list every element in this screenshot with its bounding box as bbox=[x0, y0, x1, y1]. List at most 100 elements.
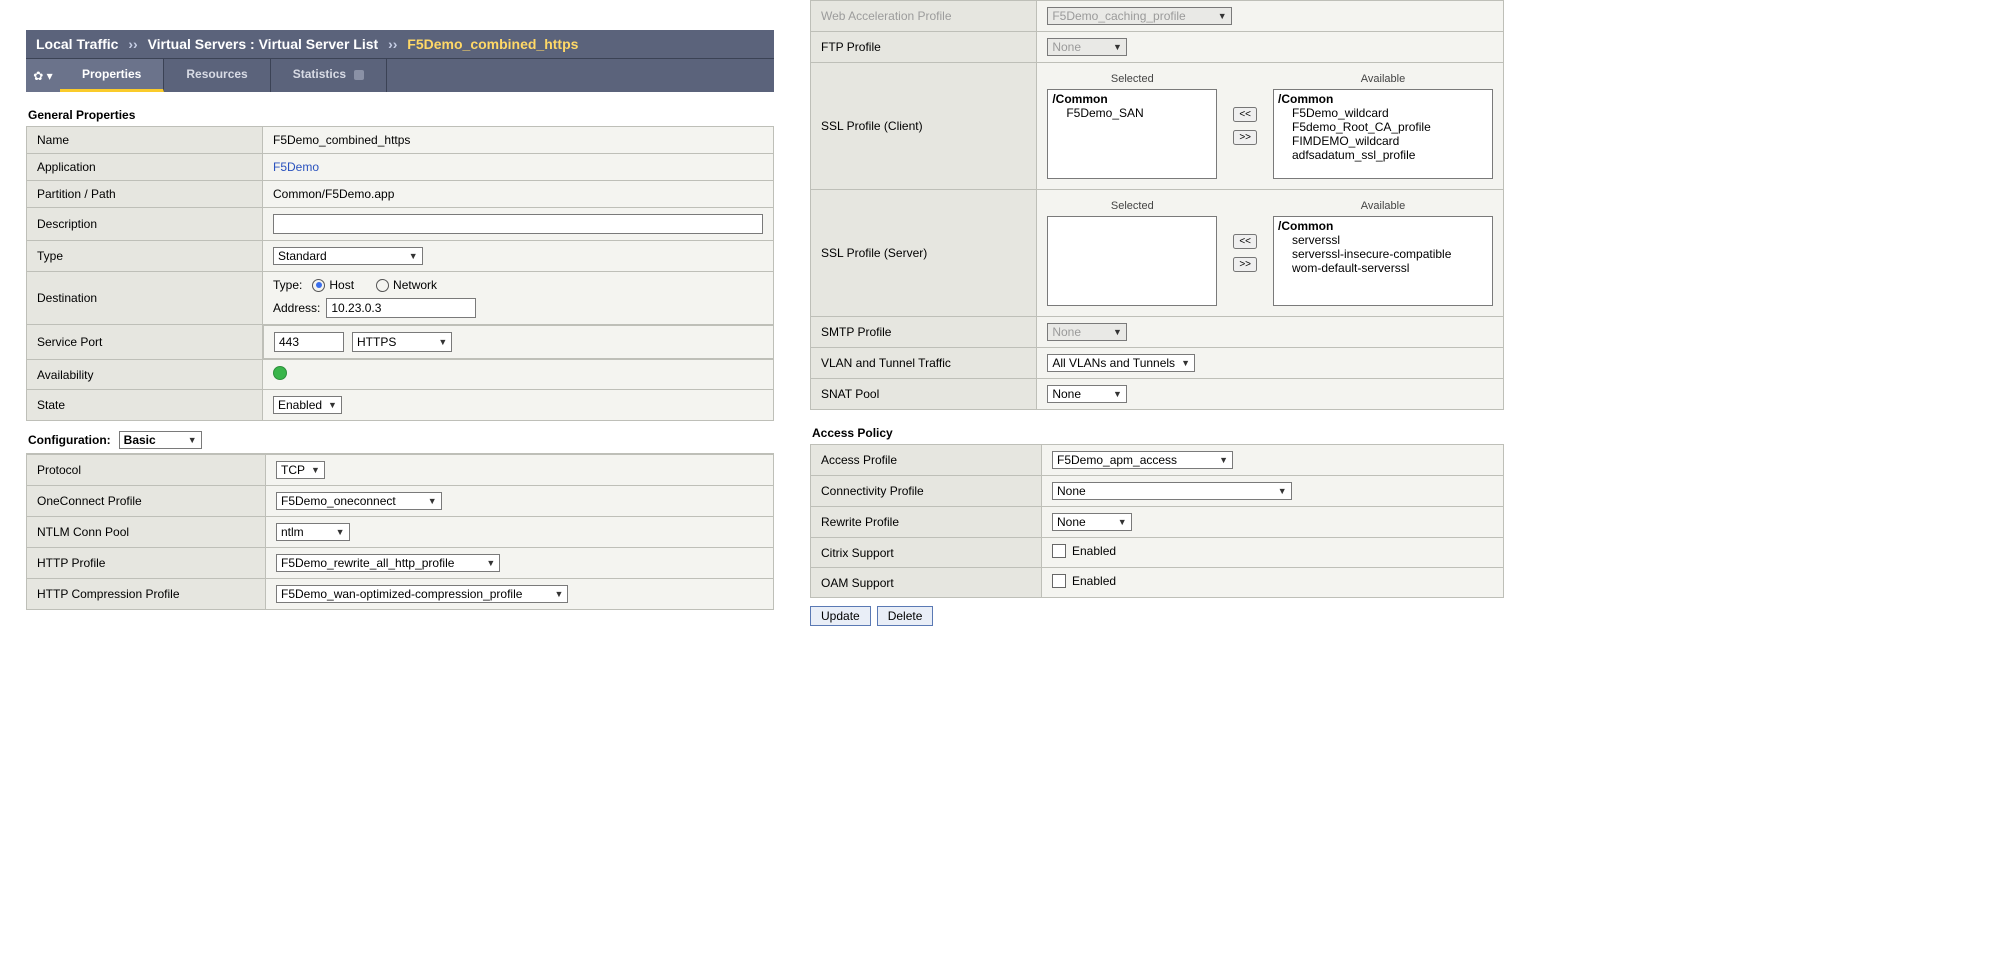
select-vlan[interactable]: All VLANs and Tunnels▼ bbox=[1047, 354, 1195, 372]
left-panel: Local Traffic ›› Virtual Servers : Virtu… bbox=[26, 30, 774, 610]
ssl-server-available-list[interactable]: /Common serverssl serverssl-insecure-com… bbox=[1273, 216, 1493, 306]
access-policy-title: Access Policy bbox=[810, 410, 1504, 444]
breadcrumb-virtual-servers[interactable]: Virtual Servers : Virtual Server List bbox=[148, 36, 379, 52]
select-smtp[interactable]: None▼ bbox=[1047, 323, 1127, 341]
select-http-compression[interactable]: F5Demo_wan-optimized-compression_profile… bbox=[276, 585, 568, 603]
ssl-server-shuttle: Selected << >> Available /Common servers… bbox=[1047, 196, 1493, 310]
profile-table: Web Acceleration Profile F5Demo_caching_… bbox=[810, 0, 1504, 410]
lbl-dest-type: Type: bbox=[273, 278, 302, 292]
list-item[interactable]: F5Demo_wildcard bbox=[1278, 106, 1488, 120]
ssl-client-available-hdr: Available bbox=[1273, 73, 1493, 85]
list-item[interactable]: adfsadatum_ssl_profile bbox=[1278, 148, 1488, 162]
ssl-server-available-hdr: Available bbox=[1273, 200, 1493, 212]
lbl-type: Type bbox=[27, 241, 263, 272]
ssl-client-selected-hdr: Selected bbox=[1047, 73, 1217, 85]
configuration-table: Protocol TCP▼ OneConnect Profile F5Demo_… bbox=[26, 454, 774, 610]
breadcrumb: Local Traffic ›› Virtual Servers : Virtu… bbox=[26, 30, 774, 58]
list-item[interactable]: serverssl-insecure-compatible bbox=[1278, 247, 1488, 261]
general-properties-table: Name F5Demo_combined_https Application F… bbox=[26, 126, 774, 421]
select-state[interactable]: Enabled▼ bbox=[273, 396, 342, 414]
ssl-client-shuttle: Selected /Common F5Demo_SAN << >> Availa… bbox=[1047, 69, 1493, 183]
list-item[interactable]: F5demo_Root_CA_profile bbox=[1278, 120, 1488, 134]
lbl-state: State bbox=[27, 390, 263, 421]
lbl-http-profile: HTTP Profile bbox=[27, 548, 266, 579]
tab-resources[interactable]: Resources bbox=[164, 59, 270, 92]
breadcrumb-local-traffic[interactable]: Local Traffic bbox=[36, 36, 118, 52]
tab-statistics[interactable]: Statistics bbox=[271, 59, 387, 92]
move-left-button[interactable]: << bbox=[1233, 107, 1257, 122]
lbl-access-profile: Access Profile bbox=[811, 445, 1042, 476]
access-policy-table: Access Profile F5Demo_apm_access▼ Connec… bbox=[810, 444, 1504, 598]
lbl-http-compression: HTTP Compression Profile bbox=[27, 579, 266, 610]
general-properties-title: General Properties bbox=[26, 92, 774, 126]
lbl-availability: Availability bbox=[27, 360, 263, 390]
breadcrumb-sep: ›› bbox=[388, 36, 397, 52]
input-description[interactable] bbox=[273, 214, 763, 234]
lbl-destination: Destination bbox=[27, 272, 263, 325]
select-type[interactable]: Standard▼ bbox=[273, 247, 423, 265]
input-address[interactable] bbox=[326, 298, 476, 318]
radio-network[interactable]: Network bbox=[376, 278, 437, 292]
link-application[interactable]: F5Demo bbox=[273, 160, 319, 174]
ssl-client-available-list[interactable]: /Common F5Demo_wildcard F5demo_Root_CA_p… bbox=[1273, 89, 1493, 179]
select-rewrite[interactable]: None▼ bbox=[1052, 513, 1132, 531]
availability-status-icon bbox=[273, 366, 287, 380]
select-port-proto[interactable]: HTTPS▼ bbox=[352, 332, 452, 352]
lbl-oam: OAM Support bbox=[811, 568, 1042, 598]
lbl-citrix: Citrix Support bbox=[811, 538, 1042, 568]
configuration-header: Configuration: Basic▼ bbox=[26, 421, 774, 454]
tab-properties[interactable]: Properties bbox=[60, 59, 164, 92]
refresh-icon[interactable] bbox=[354, 70, 364, 80]
lbl-partition: Partition / Path bbox=[27, 181, 263, 208]
lbl-ntlm: NTLM Conn Pool bbox=[27, 517, 266, 548]
select-web-accel: F5Demo_caching_profile▼ bbox=[1047, 7, 1231, 25]
ssl-server-selected-list[interactable] bbox=[1047, 216, 1217, 306]
list-item[interactable]: serverssl bbox=[1278, 233, 1488, 247]
lbl-ssl-server: SSL Profile (Server) bbox=[811, 190, 1037, 317]
lbl-oneconnect: OneConnect Profile bbox=[27, 486, 266, 517]
lbl-address: Address: bbox=[273, 301, 320, 315]
right-panel: Web Acceleration Profile F5Demo_caching_… bbox=[810, 0, 1504, 634]
lbl-service-port: Service Port bbox=[27, 325, 263, 360]
lbl-ssl-client: SSL Profile (Client) bbox=[811, 63, 1037, 190]
lbl-connectivity: Connectivity Profile bbox=[811, 476, 1042, 507]
val-name: F5Demo_combined_https bbox=[273, 133, 410, 147]
lbl-ftp: FTP Profile bbox=[811, 32, 1037, 63]
lbl-application: Application bbox=[27, 154, 263, 181]
select-connectivity[interactable]: None▼ bbox=[1052, 482, 1292, 500]
tab-bar: ✿ ▾ Properties Resources Statistics bbox=[26, 58, 774, 92]
checkbox-oam[interactable]: Enabled bbox=[1052, 574, 1116, 588]
lbl-vlan: VLAN and Tunnel Traffic bbox=[811, 348, 1037, 379]
gear-icon[interactable]: ✿ ▾ bbox=[26, 59, 60, 92]
select-access-profile[interactable]: F5Demo_apm_access▼ bbox=[1052, 451, 1233, 469]
move-right-button[interactable]: >> bbox=[1233, 257, 1257, 272]
ssl-client-selected-list[interactable]: /Common F5Demo_SAN bbox=[1047, 89, 1217, 179]
list-item[interactable]: F5Demo_SAN bbox=[1052, 106, 1212, 120]
delete-button[interactable]: Delete bbox=[877, 606, 934, 626]
select-config-mode[interactable]: Basic▼ bbox=[119, 431, 202, 449]
input-port[interactable] bbox=[274, 332, 344, 352]
list-item[interactable]: FIMDEMO_wildcard bbox=[1278, 134, 1488, 148]
update-button[interactable]: Update bbox=[810, 606, 871, 626]
checkbox-citrix[interactable]: Enabled bbox=[1052, 544, 1116, 558]
val-partition: Common/F5Demo.app bbox=[273, 187, 394, 201]
radio-host[interactable]: Host bbox=[312, 278, 354, 292]
move-right-button[interactable]: >> bbox=[1233, 130, 1257, 145]
select-protocol[interactable]: TCP▼ bbox=[276, 461, 325, 479]
lbl-description: Description bbox=[27, 208, 263, 241]
list-item[interactable]: wom-default-serverssl bbox=[1278, 261, 1488, 275]
button-row: Update Delete bbox=[810, 598, 1504, 634]
move-left-button[interactable]: << bbox=[1233, 234, 1257, 249]
ssl-server-selected-hdr: Selected bbox=[1047, 200, 1217, 212]
lbl-web-accel: Web Acceleration Profile bbox=[811, 1, 1037, 32]
select-http-profile[interactable]: F5Demo_rewrite_all_http_profile▼ bbox=[276, 554, 500, 572]
breadcrumb-sep: ›› bbox=[128, 36, 137, 52]
breadcrumb-current: F5Demo_combined_https bbox=[407, 36, 578, 52]
lbl-snat: SNAT Pool bbox=[811, 379, 1037, 410]
select-ntlm[interactable]: ntlm▼ bbox=[276, 523, 350, 541]
select-snat[interactable]: None▼ bbox=[1047, 385, 1127, 403]
lbl-protocol: Protocol bbox=[27, 455, 266, 486]
select-oneconnect[interactable]: F5Demo_oneconnect▼ bbox=[276, 492, 442, 510]
select-ftp[interactable]: None▼ bbox=[1047, 38, 1127, 56]
lbl-name: Name bbox=[27, 127, 263, 154]
